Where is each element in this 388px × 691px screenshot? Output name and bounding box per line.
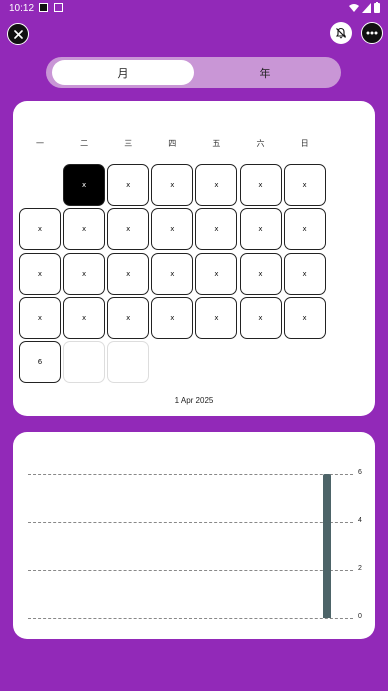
close-button[interactable] <box>7 23 29 45</box>
calendar-day-cell[interactable]: x <box>151 296 194 339</box>
mute-notifications-button[interactable] <box>330 22 352 44</box>
calendar-day-cell[interactable]: x <box>107 164 150 206</box>
calendar-day-cell[interactable]: x <box>19 296 61 339</box>
calendar-day-cell[interactable]: x <box>283 296 326 339</box>
calendar-day-cell[interactable]: x <box>63 208 106 251</box>
grid-line <box>28 474 353 475</box>
calendar-day-cell[interactable]: x <box>239 208 282 251</box>
calendar-day-cell[interactable]: x <box>283 208 326 251</box>
weekday-label: 五 <box>212 139 221 148</box>
weekday-label: 一 <box>36 139 44 148</box>
calendar-day-cell[interactable]: x <box>19 208 61 251</box>
weekday-label: 四 <box>168 139 177 148</box>
wifi-icon <box>349 3 359 12</box>
calendar-day-cell[interactable]: x <box>151 208 194 251</box>
calendar-day-cell[interactable]: x <box>63 164 106 206</box>
y-tick-label: 0 <box>358 613 362 620</box>
y-tick-label: 4 <box>358 517 362 524</box>
calendar-day-cell[interactable]: 6 <box>19 341 61 384</box>
calendar-day-cell[interactable]: x <box>283 252 326 295</box>
y-tick-label: 6 <box>358 469 362 476</box>
bell-off-icon <box>335 27 347 39</box>
calendar-day-cell[interactable]: x <box>239 252 282 295</box>
status-bar: 10:12 <box>0 0 388 18</box>
calendar-day-cell[interactable]: x <box>195 164 238 206</box>
calendar-empty-cell <box>107 341 150 384</box>
calendar-day-cell[interactable]: x <box>151 252 194 295</box>
calendar-day-cell[interactable]: x <box>63 252 106 295</box>
calendar-day-cell[interactable]: x <box>19 252 61 295</box>
app-notification-icon <box>54 3 63 12</box>
grid-line <box>28 570 353 571</box>
period-segmented-control: 月 年 <box>46 57 341 88</box>
status-time: 10:12 <box>9 3 35 14</box>
more-options-button[interactable] <box>361 22 383 44</box>
weekday-label: 二 <box>80 139 89 148</box>
signal-icon <box>362 2 371 13</box>
calendar-day-cell[interactable]: x <box>195 252 238 295</box>
y-tick-label: 2 <box>358 565 362 572</box>
calendar-day-cell[interactable]: x <box>107 252 150 295</box>
calendar-day-cell[interactable]: x <box>195 208 238 251</box>
close-icon <box>13 29 23 39</box>
calendar-day-cell[interactable]: x <box>151 164 194 206</box>
chart-bar <box>323 474 331 618</box>
tab-year[interactable]: 年 <box>194 60 336 85</box>
selected-date-label: 1 Apr 2025 <box>174 396 214 405</box>
calendar-empty-cell <box>63 341 106 384</box>
weekday-label: 三 <box>124 139 133 148</box>
calendar-day-cell[interactable]: x <box>239 164 282 206</box>
grid-line <box>28 522 353 523</box>
chart-card: 6 4 2 0 <box>13 432 375 639</box>
tab-month[interactable]: 月 <box>52 60 194 85</box>
notification-icon <box>39 3 48 12</box>
status-icons <box>349 2 380 13</box>
calendar-day-cell[interactable]: x <box>195 296 238 339</box>
battery-icon <box>374 2 380 13</box>
more-horizontal-icon <box>366 31 378 35</box>
calendar-day-cell[interactable]: x <box>239 296 282 339</box>
calendar-day-cell[interactable]: x <box>107 296 150 339</box>
calendar-day-cell[interactable]: x <box>63 296 106 339</box>
weekday-label: 六 <box>256 139 265 148</box>
calendar-day-cell[interactable]: x <box>107 208 150 251</box>
weekday-label: 日 <box>300 139 309 148</box>
calendar-card: 一二三四五六日 xxxxxxxxxxxxxxxxxxxxxxxxxxx6 1 A… <box>13 101 375 416</box>
grid-line <box>28 618 353 619</box>
calendar-day-cell[interactable]: x <box>283 164 326 206</box>
